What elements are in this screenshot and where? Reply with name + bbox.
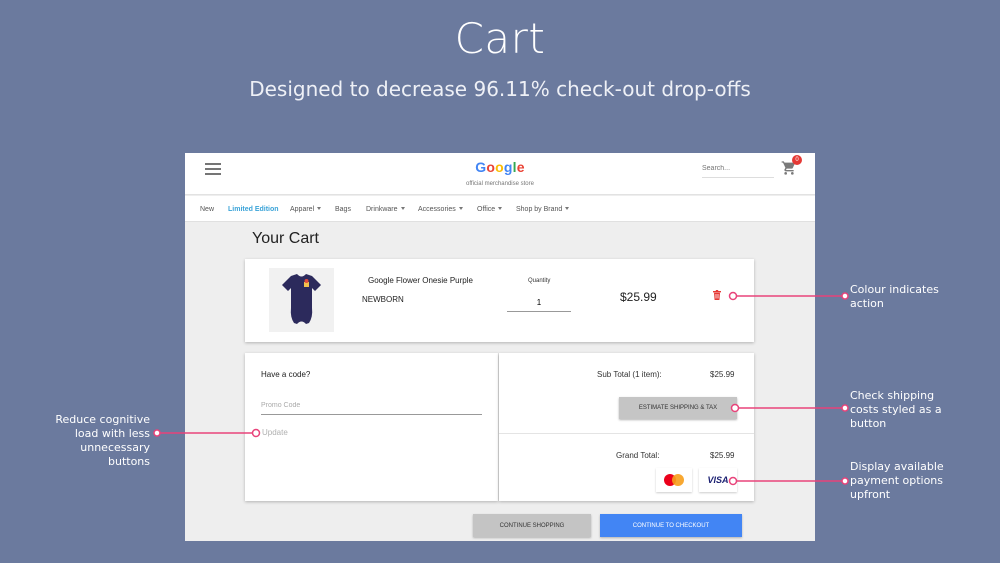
nav-item-bags[interactable]: Bags [335, 206, 351, 213]
slide-subtitle: Designed to decrease 96.11% check-out dr… [249, 77, 751, 101]
callout-end-cognitive [153, 429, 161, 437]
grand-total-value: $25.99 [710, 451, 735, 460]
callout-end-colour [841, 292, 849, 300]
chevron-down-icon [458, 207, 463, 210]
cart-count-badge: 0 [792, 155, 802, 165]
promo-card: Have a code? Update [245, 353, 498, 501]
chevron-down-icon [317, 207, 322, 210]
chevron-down-icon [400, 207, 405, 210]
callout-end-shipping [841, 404, 849, 412]
totals-card: Sub Total (1 item): $25.99 ESTIMATE SHIP… [499, 353, 754, 501]
continue-shopping-button[interactable]: CONTINUE SHOPPING [473, 514, 591, 537]
promo-label: Have a code? [261, 370, 311, 379]
nav-item-limited-edition[interactable]: Limited Edition [228, 206, 279, 213]
annotation-colour-action: Colour indicates action [850, 283, 939, 310]
chevron-down-icon [565, 207, 570, 210]
nav-item-drinkware[interactable]: Drinkware [366, 206, 405, 213]
quantity-label: Quantity [528, 278, 551, 284]
nav-item-apparel[interactable]: Apparel [290, 206, 322, 213]
top-bar: Google official merchandise store 0 [185, 153, 815, 195]
mastercard-logo [656, 468, 692, 492]
trash-icon[interactable] [713, 290, 721, 300]
grand-total-label: Grand Total: [616, 451, 660, 460]
nav-item-accessories[interactable]: Accessories [418, 206, 463, 213]
nav-item-new[interactable]: New [200, 206, 214, 213]
annotation-shipping-button: Check shipping costs styled as a button [850, 389, 942, 430]
quantity-input[interactable] [507, 294, 571, 312]
logo-subtitle: official merchandise store [466, 181, 534, 187]
search-input[interactable] [702, 160, 774, 178]
promo-code-input[interactable] [261, 397, 482, 415]
store-screenshot: Google official merchandise store 0 New … [185, 153, 815, 541]
divider [499, 433, 754, 434]
estimate-shipping-button[interactable]: ESTIMATE SHIPPING & TAX [619, 397, 737, 419]
callout-end-payment [841, 477, 849, 485]
chevron-down-icon [498, 207, 503, 210]
product-name[interactable]: Google Flower Onesie Purple [368, 276, 473, 285]
item-price: $25.99 [620, 290, 657, 304]
subtotal-label: Sub Total (1 item): [597, 370, 662, 379]
product-size: NEWBORN [362, 295, 404, 304]
nav-item-office[interactable]: Office [477, 206, 503, 213]
page-title: Your Cart [252, 230, 319, 247]
onesie-image [282, 274, 321, 324]
nav-item-shop-by-brand[interactable]: Shop by Brand [516, 206, 570, 213]
cart-item-card: Google Flower Onesie Purple NEWBORN Quan… [245, 259, 754, 342]
product-image[interactable] [269, 268, 334, 332]
annotation-cognitive-load: Reduce cognitive load with less unnecess… [55, 413, 150, 468]
update-link[interactable]: Update [262, 428, 288, 437]
subtotal-value: $25.99 [710, 370, 735, 379]
continue-to-checkout-button[interactable]: CONTINUE TO CHECKOUT [600, 514, 742, 537]
slide-title: Cart [454, 14, 546, 63]
category-nav: New Limited Edition Apparel Bags Drinkwa… [185, 196, 815, 222]
annotation-payment-options: Display available payment options upfron… [850, 460, 944, 501]
visa-logo: VISA [699, 468, 737, 492]
